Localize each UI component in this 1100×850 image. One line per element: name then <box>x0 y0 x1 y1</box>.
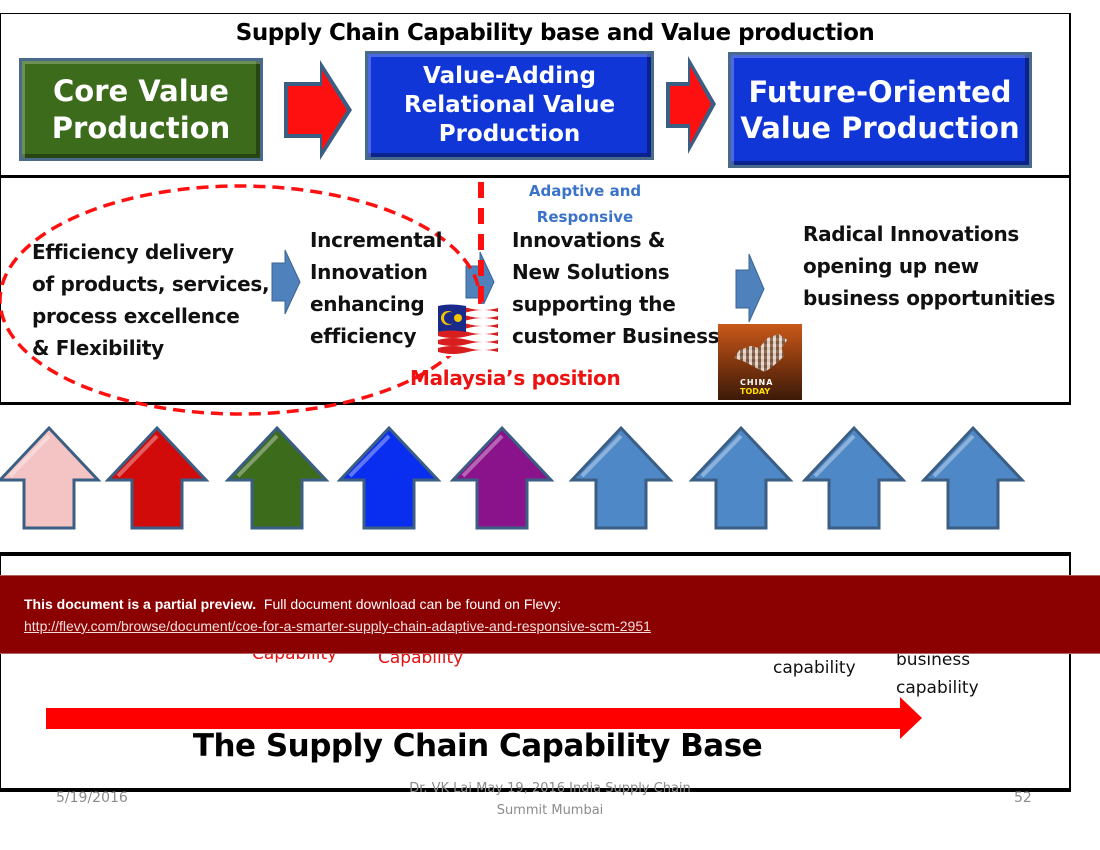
stage-innovations-text: Innovations & New Solutions supporting t… <box>512 228 720 348</box>
china-today-image: CHINA TODAY <box>718 324 802 400</box>
up-arrow-green-icon <box>224 425 330 530</box>
capability-base-title: The Supply Chain Capability Base <box>192 728 763 764</box>
up-arrow-pink-icon <box>0 425 102 530</box>
banner-message: This document is a partial preview. Full… <box>24 596 561 612</box>
red-right-arrow-icon <box>284 60 352 160</box>
malaysia-position-label: Malaysia’s position <box>410 366 621 390</box>
up-arrow-blue-icon <box>336 425 442 530</box>
capability-label-black-1: capability <box>773 658 856 678</box>
blue-right-arrow-icon <box>271 249 301 315</box>
preview-banner <box>0 575 1100 654</box>
stage-incremental-text: Incremental Innovation enhancing efficie… <box>310 228 443 348</box>
up-arrow-steel-blue-2-icon <box>688 425 794 530</box>
banner-text: Full document download can be found on F… <box>263 596 562 612</box>
adaptive-responsive-label: Adaptive and Responsive <box>528 182 642 226</box>
up-arrow-steel-blue-4-icon <box>920 425 1026 530</box>
blue-right-arrow-icon <box>735 253 765 323</box>
up-arrow-red-icon <box>104 425 210 530</box>
stage-efficiency-text: Efficiency delivery of products, service… <box>32 240 270 360</box>
up-arrow-steel-blue-3-icon <box>801 425 907 530</box>
up-arrow-steel-blue-1-icon <box>568 425 674 530</box>
page-number: 52 <box>1014 790 1032 806</box>
flevy-download-link[interactable]: http://flevy.com/browse/document/coe-for… <box>24 618 651 634</box>
malaysia-flag-icon <box>438 304 498 356</box>
china-map-icon <box>734 334 788 372</box>
stage-radical-text: Radical Innovations opening up new busin… <box>803 222 1056 310</box>
footer-presenter: Dr. VK Lai May 19, 2016 India Supply Cha… <box>409 781 691 818</box>
up-arrow-purple-icon <box>449 425 555 530</box>
red-right-arrow-icon <box>666 56 716 154</box>
banner-bold-text: This document is a partial preview. <box>24 596 257 612</box>
china-today-label: CHINA TODAY <box>740 378 774 396</box>
footer-date: 5/19/2016 <box>56 790 128 806</box>
diagram-shapes <box>0 56 1026 739</box>
capability-label-black-2: business capability <box>896 650 979 698</box>
